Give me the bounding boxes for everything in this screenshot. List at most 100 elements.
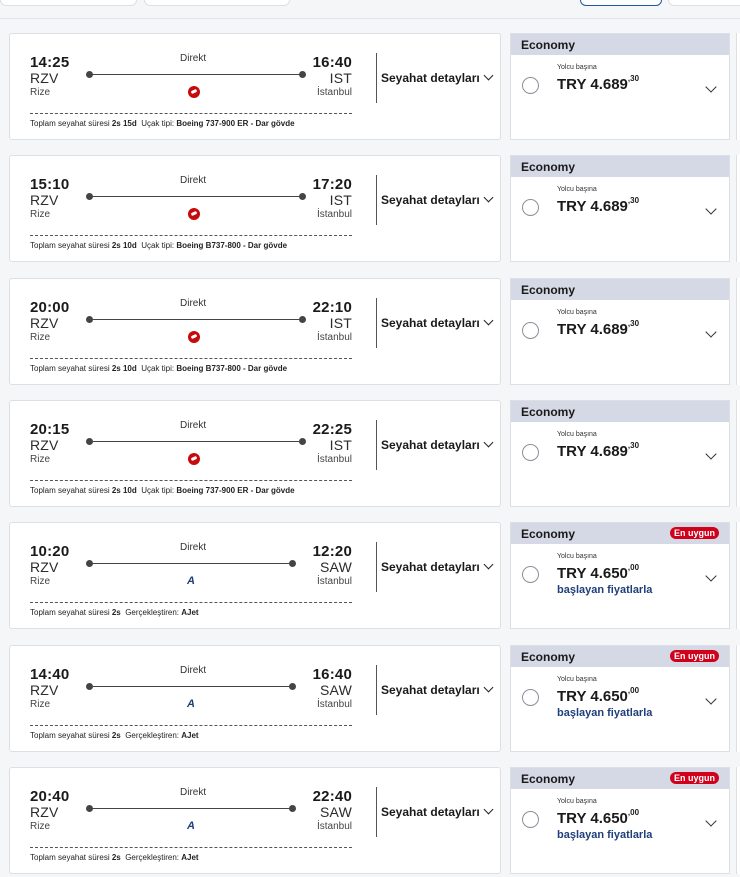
- cabin-class: Economy: [521, 527, 576, 541]
- chevron-down-icon[interactable]: [705, 815, 717, 827]
- footer-label: Gerçekleştiren:: [125, 853, 179, 862]
- per-passenger-label: Yolcu başına: [557, 676, 597, 683]
- arrival-city: İstanbul: [316, 576, 352, 587]
- departure-airport-code: RZV: [30, 315, 59, 331]
- chevron-down-icon[interactable]: [705, 203, 717, 215]
- chevron-down-icon[interactable]: [705, 448, 717, 460]
- currency: TRY: [557, 810, 587, 827]
- fare-card[interactable]: Economy En uygun Yolcu başına TRY 4.650,…: [510, 645, 730, 752]
- flight-footer: Toplam seyahat süresi 2s Gerçekleştiren:…: [30, 731, 199, 740]
- flight-card: 20:15 RZV Rize Direkt 22:25 IST İstanbul…: [9, 400, 501, 507]
- arrival-airport-code: IST: [329, 437, 352, 453]
- ajet-logo-icon: A: [187, 820, 195, 832]
- next-column-edge: [736, 400, 740, 507]
- flight-card: 14:40 RZV Rize Direkt A 16:40 SAW İstanb…: [9, 645, 501, 752]
- fare-radio[interactable]: [522, 77, 539, 94]
- travel-details-button[interactable]: Seyahat detayları: [381, 682, 494, 697]
- flight-row: 14:40 RZV Rize Direkt A 16:40 SAW İstanb…: [0, 645, 740, 755]
- arrival-airport-code: IST: [329, 315, 352, 331]
- sort-button[interactable]: [580, 0, 662, 6]
- flight-footer: Toplam seyahat süresi 2s 10d Uçak tipi: …: [30, 241, 287, 250]
- fare-card[interactable]: Economy Yolcu başına TRY 4.689,30: [510, 400, 730, 507]
- departure-time: 10:20: [30, 543, 70, 560]
- fare-radio[interactable]: [522, 689, 539, 706]
- cabin-class: Economy: [521, 772, 576, 786]
- fare-price: TRY 4.650,00: [557, 686, 639, 705]
- route-end-dot: [289, 683, 296, 690]
- footer-value: Boeing B737-800 - Dar gövde: [176, 241, 288, 250]
- travel-details-button[interactable]: Seyahat detayları: [381, 437, 494, 452]
- price-cents: ,30: [627, 74, 640, 83]
- duration-value: 2s 10d: [111, 241, 137, 250]
- flight-row: 20:15 RZV Rize Direkt 22:25 IST İstanbul…: [0, 400, 740, 510]
- travel-details-button[interactable]: Seyahat detayları: [381, 804, 494, 819]
- fare-radio[interactable]: [522, 566, 539, 583]
- chevron-down-icon[interactable]: [705, 693, 717, 705]
- flight-card: 14:25 RZV Rize Direkt 16:40 IST İstanbul…: [9, 33, 501, 140]
- arrival-airport-code: SAW: [320, 682, 352, 698]
- travel-details-button[interactable]: Seyahat detayları: [381, 315, 494, 330]
- filter-chip[interactable]: [0, 0, 137, 6]
- travel-details-button[interactable]: Seyahat detayları: [381, 70, 494, 85]
- flight-row: 10:20 RZV Rize Direkt A 12:20 SAW İstanb…: [0, 522, 740, 632]
- ajet-logo-icon: A: [187, 575, 195, 587]
- currency: TRY: [557, 76, 587, 93]
- flight-footer: Toplam seyahat süresi 2s 15d Uçak tipi: …: [30, 119, 295, 128]
- route-line: [90, 74, 302, 75]
- fare-price: TRY 4.650,00: [557, 808, 639, 827]
- travel-details-button[interactable]: Seyahat detayları: [381, 192, 494, 207]
- from-price-label: başlayan fiyatlarla: [557, 829, 653, 841]
- cabin-class: Economy: [521, 650, 576, 664]
- duration-value: 2s 10d: [111, 486, 137, 495]
- chevron-down-icon: [483, 70, 494, 81]
- fare-card[interactable]: Economy Yolcu başına TRY 4.689,30: [510, 155, 730, 262]
- fare-price: TRY 4.689,30: [557, 319, 639, 338]
- total-travel-label: Toplam seyahat süresi: [30, 853, 110, 862]
- travel-details-button[interactable]: Seyahat detayları: [381, 559, 494, 574]
- travel-details-label: Seyahat detayları: [381, 316, 480, 330]
- per-passenger-label: Yolcu başına: [557, 553, 597, 560]
- fare-radio[interactable]: [522, 811, 539, 828]
- view-button[interactable]: [668, 0, 740, 6]
- fare-header: Economy: [511, 156, 729, 177]
- travel-details-label: Seyahat detayları: [381, 71, 480, 85]
- dashed-divider: [30, 602, 352, 603]
- flight-card: 20:00 RZV Rize Direkt 22:10 IST İstanbul…: [9, 278, 501, 385]
- fare-card[interactable]: Economy En uygun Yolcu başına TRY 4.650,…: [510, 767, 730, 874]
- chevron-down-icon[interactable]: [705, 570, 717, 582]
- direct-label: Direkt: [180, 420, 207, 431]
- route-end-dot: [299, 438, 306, 445]
- chevron-down-icon[interactable]: [705, 326, 717, 338]
- fare-header: Economy En uygun: [511, 646, 729, 667]
- flight-row: 20:40 RZV Rize Direkt A 22:40 SAW İstanb…: [0, 767, 740, 877]
- arrival-city: İstanbul: [316, 821, 352, 832]
- arrival-time: 16:40: [312, 666, 352, 683]
- travel-details-label: Seyahat detayları: [381, 438, 480, 452]
- divider: [376, 665, 377, 715]
- arrival-city: İstanbul: [316, 332, 352, 343]
- fare-radio[interactable]: [522, 444, 539, 461]
- fare-card[interactable]: Economy Yolcu başına TRY 4.689,30: [510, 33, 730, 140]
- fare-radio[interactable]: [522, 199, 539, 216]
- chevron-down-icon[interactable]: [705, 81, 717, 93]
- travel-details-label: Seyahat detayları: [381, 805, 480, 819]
- dashed-divider: [30, 358, 352, 359]
- filter-chip[interactable]: [144, 0, 290, 6]
- fare-radio[interactable]: [522, 322, 539, 339]
- price-main: 4.650: [590, 810, 628, 827]
- total-travel-label: Toplam seyahat süresi: [30, 241, 110, 250]
- price-main: 4.650: [590, 565, 628, 582]
- fare-card[interactable]: Economy Yolcu başına TRY 4.689,30: [510, 278, 730, 385]
- per-passenger-label: Yolcu başına: [557, 64, 597, 71]
- fare-header: Economy: [511, 279, 729, 300]
- footer-label: Uçak tipi:: [141, 364, 175, 373]
- footer-value: AJet: [181, 853, 199, 862]
- chevron-down-icon: [483, 804, 494, 815]
- arrival-airport-code: IST: [329, 192, 352, 208]
- footer-value: Boeing 737-900 ER - Dar gövde: [176, 119, 295, 128]
- departure-time: 15:10: [30, 176, 70, 193]
- fare-card[interactable]: Economy En uygun Yolcu başına TRY 4.650,…: [510, 522, 730, 629]
- departure-city: Rize: [30, 699, 51, 710]
- footer-value: AJet: [181, 608, 199, 617]
- footer-value: Boeing B737-800 - Dar gövde: [176, 364, 288, 373]
